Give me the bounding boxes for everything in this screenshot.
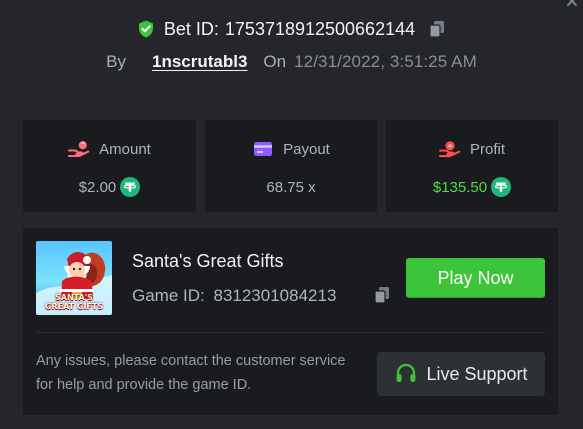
- username-link[interactable]: 1nscrutabl3: [152, 52, 247, 72]
- profit-card: Profit $135.50: [386, 120, 558, 212]
- credit-card-icon: [252, 140, 274, 158]
- bet-id-row: Bet ID: 1753718912500662144: [0, 16, 583, 42]
- copy-icon[interactable]: [427, 19, 447, 39]
- live-support-label: Live Support: [426, 363, 528, 384]
- amount-title: Amount: [23, 138, 196, 160]
- live-support-button[interactable]: Live Support: [377, 352, 545, 396]
- headset-icon: [394, 362, 418, 386]
- thumbnail-logo-line-2: GREAT GIFTS: [44, 302, 104, 311]
- game-name: Santa's Great Gifts: [132, 251, 284, 271]
- game-id-label: Game ID:: [132, 286, 205, 305]
- payout-value: 68.75 x: [266, 178, 316, 196]
- bet-id-value: 1753718912500662144: [224, 18, 416, 39]
- amount-card: Amount $2.00: [23, 120, 196, 212]
- game-details-panel: SANTA'S GREAT GIFTS Santa's Great Gifts …: [23, 228, 558, 415]
- coins-hand-icon: [68, 140, 90, 158]
- profit-label: Profit: [469, 140, 505, 158]
- payout-title: Payout: [205, 138, 377, 160]
- amount-label: Amount: [99, 140, 151, 158]
- panel-divider: [36, 332, 545, 333]
- game-thumbnail[interactable]: SANTA'S GREAT GIFTS: [36, 241, 112, 315]
- on-label: On: [263, 52, 287, 71]
- profit-title: Profit: [386, 138, 558, 160]
- bet-meta-row: By 1nscrutabl3 On 12/31/2022, 3:51:25 AM: [0, 49, 583, 75]
- amount-value: $2.00: [78, 178, 117, 196]
- usdt-icon: [120, 177, 141, 197]
- usdt-icon: [491, 177, 512, 197]
- play-now-button[interactable]: Play Now: [406, 258, 545, 298]
- payout-card: Payout 68.75 x: [205, 120, 377, 212]
- support-notice: Any issues, please contact the customer …: [36, 353, 346, 393]
- shield-check-icon: [136, 19, 156, 39]
- money-hand-icon: [438, 140, 461, 158]
- payout-label: Payout: [283, 140, 330, 158]
- thumbnail-logo-text: SANTA'S GREAT GIFTS: [36, 293, 112, 311]
- by-label: By: [106, 52, 126, 71]
- profit-value: $135.50: [432, 178, 488, 196]
- amount-value-row: $2.00: [23, 176, 196, 198]
- copy-icon[interactable]: [372, 285, 392, 305]
- bet-datetime: 12/31/2022, 3:51:25 AM: [294, 52, 477, 71]
- bet-id-label: Bet ID:: [163, 18, 219, 39]
- profit-value-row: $135.50: [386, 176, 558, 198]
- payout-value-row: 68.75 x: [205, 176, 377, 198]
- thumbnail-logo-line-1: SANTA'S: [55, 293, 93, 302]
- close-icon[interactable]: [566, 0, 578, 6]
- bet-details-page: Bet ID: 1753718912500662144 By 1nscrutab…: [0, 0, 583, 429]
- game-id-row: Game ID: 8312301084213: [132, 284, 382, 308]
- game-id-value: 8312301084213: [213, 286, 337, 305]
